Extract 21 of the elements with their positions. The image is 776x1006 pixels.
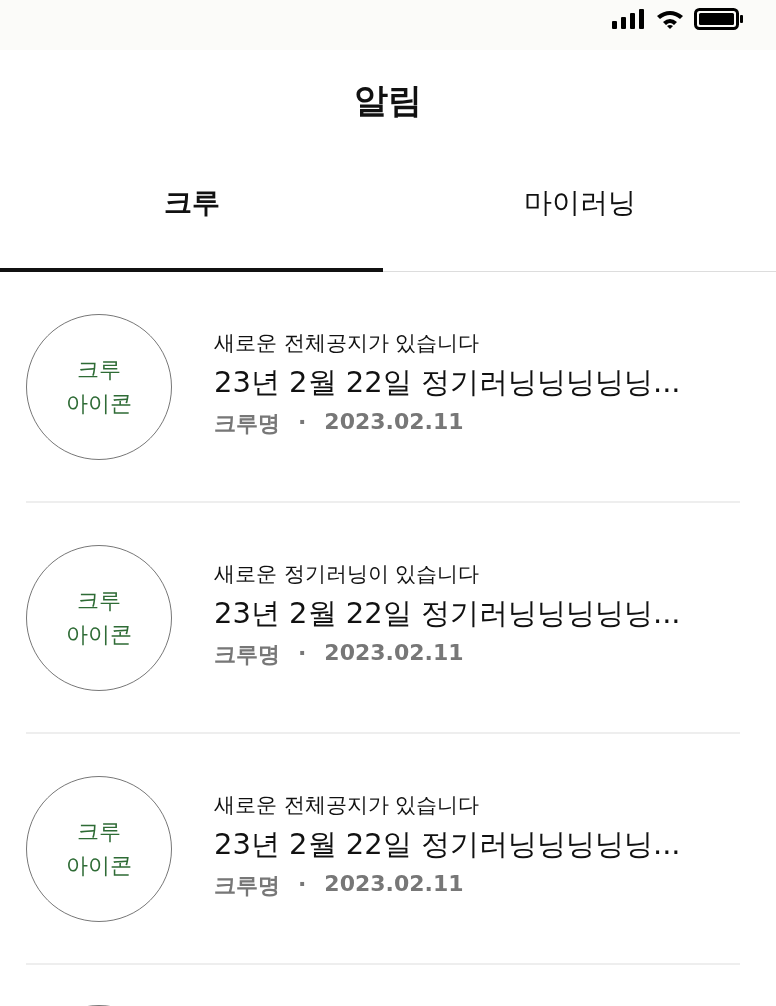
notification-title[interactable]: 23년 2월 22일 정기러닝닝닝닝닝... xyxy=(214,824,681,865)
notification-message: 새로운 전체공지가 있습니다 xyxy=(214,791,481,819)
notification-title[interactable]: 23년 2월 22일 정기러닝닝닝닝닝... xyxy=(214,593,681,634)
notification-date: 2023.02.11 xyxy=(324,408,464,436)
separator-dot: · xyxy=(298,870,307,898)
crew-name: 크루명 xyxy=(214,871,280,900)
notification-message: 새로운 전체공지가 있습니다 xyxy=(214,329,481,357)
crew-name: 크루명 xyxy=(214,640,280,669)
separator-dot: · xyxy=(298,639,307,667)
tab[interactable]: 마이러닝 xyxy=(383,158,776,272)
battery-icon xyxy=(694,8,744,30)
page-title: 알림 xyxy=(353,79,423,122)
notification-message: 새로운 정기러닝이 있습니다 xyxy=(214,560,481,588)
notification-title[interactable]: 23년 2월 22일 정기러닝닝닝닝닝... xyxy=(214,362,681,403)
signal-icon xyxy=(612,9,646,29)
tab[interactable]: 크루 xyxy=(0,158,383,272)
notification-date: 2023.02.11 xyxy=(324,870,464,898)
crew-name: 크루명 xyxy=(214,409,280,438)
separator-dot: · xyxy=(298,408,307,436)
wifi-icon xyxy=(656,9,684,29)
notification-date: 2023.02.11 xyxy=(324,639,464,667)
